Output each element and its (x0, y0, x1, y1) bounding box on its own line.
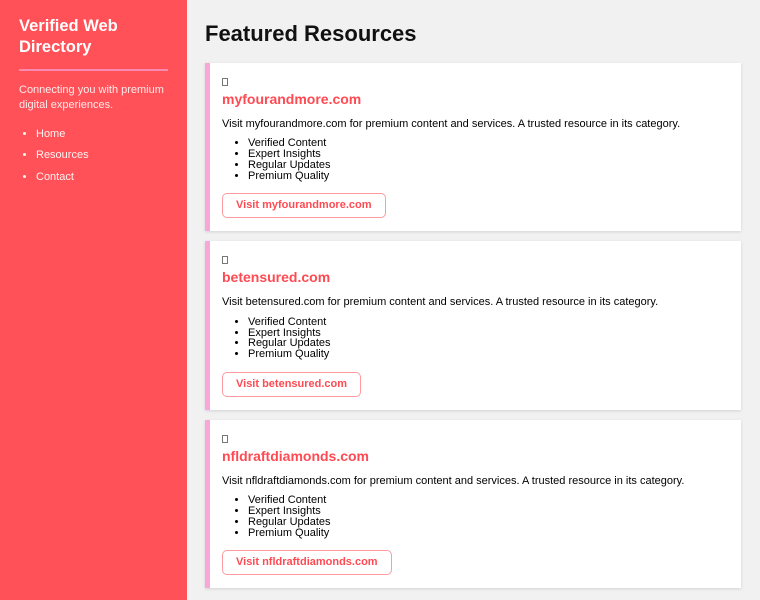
feature-list: Verified Content Expert Insights Regular… (222, 138, 725, 181)
sidebar-nav: Home Resources Contact (19, 128, 168, 183)
missing-glyph-icon (222, 434, 228, 443)
missing-glyph-icon (222, 78, 228, 86)
missing-glyph-icon (222, 256, 228, 265)
feature-list: Verified Content Expert Insights Regular… (222, 495, 725, 538)
main-content: Featured Resources myfourandmore.com Vis… (187, 0, 760, 600)
resource-title: betensured.com (222, 269, 331, 286)
feature-item: Premium Quality (248, 527, 725, 539)
resource-card: nfldraftdiamonds.com Visit nfldraftdiamo… (205, 419, 741, 589)
feature-item: Premium Quality (248, 349, 725, 360)
site-tagline: Connecting you with premium digital expe… (19, 84, 164, 112)
visit-site-button[interactable]: Visit betensured.com (222, 371, 362, 397)
resource-title: myfourandmore.com (222, 91, 362, 107)
sidebar-item-home[interactable]: Home (36, 128, 168, 140)
resource-description: Visit betensured.com for premium content… (222, 296, 659, 309)
feature-item: Verified Content (248, 316, 725, 328)
resource-description: Visit nfldraftdiamonds.com for premium c… (222, 474, 685, 487)
site-title: Verified Web Directory (19, 16, 168, 72)
sidebar-item-resources[interactable]: Resources (36, 149, 168, 161)
visit-site-button[interactable]: Visit nfldraftdiamonds.com (222, 550, 392, 576)
sidebar: Verified Web Directory Connecting you wi… (0, 0, 187, 600)
feature-list: Verified Content Expert Insights Regular… (222, 316, 725, 360)
feature-item: Premium Quality (248, 170, 725, 182)
resource-card: betensured.com Visit betensured.com for … (205, 241, 741, 410)
resource-description: Visit myfourandmore.com for premium cont… (222, 118, 681, 130)
visit-site-button[interactable]: Visit myfourandmore.com (222, 193, 386, 219)
sidebar-item-contact[interactable]: Contact (36, 171, 168, 183)
resource-title: nfldraftdiamonds.com (222, 447, 370, 464)
resource-card: myfourandmore.com Visit myfourandmore.co… (205, 63, 741, 232)
page-title: Featured Resources (205, 21, 417, 46)
